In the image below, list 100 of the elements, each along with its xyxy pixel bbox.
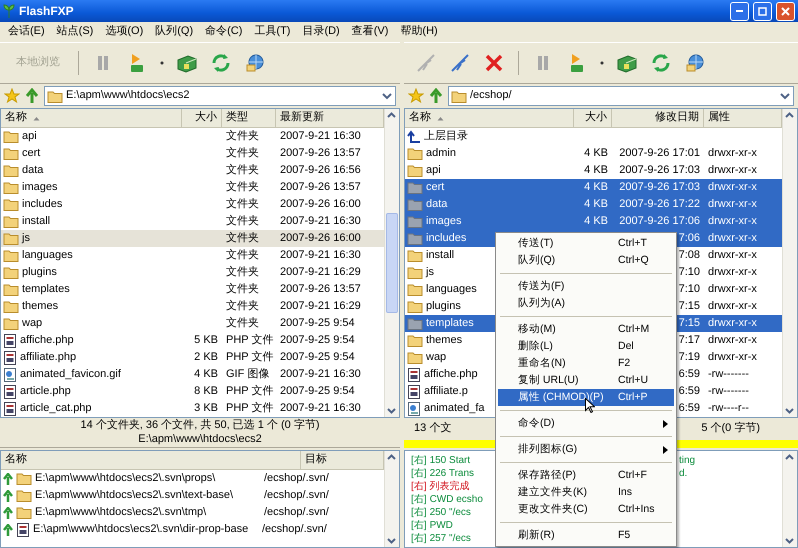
log-tag: [右] — [411, 506, 427, 518]
file-type: 文件夹 — [226, 130, 259, 142]
file-name: wap — [426, 350, 446, 364]
file-size: 5 KB — [194, 334, 218, 346]
file-type: 文件夹 — [226, 300, 259, 312]
current-path: E:\apm\www\htdocs\ecs2 — [138, 432, 262, 446]
file-type: 文件夹 — [226, 180, 259, 193]
modified-date: 2007-9-25 9:54 — [280, 350, 355, 363]
file-type: 文件夹 — [226, 232, 259, 244]
modified-date: 7:19 — [678, 350, 700, 363]
log-tag: [右] — [411, 520, 427, 532]
status-text: 5 个(0 字节) — [701, 422, 760, 436]
log-message: PWD — [430, 520, 453, 532]
permissions: drwxr-xr-x — [708, 164, 757, 176]
file-size: 8 KB — [194, 384, 218, 397]
file-name: languages — [426, 282, 477, 296]
modified-date: 2007-9-21 16:30 — [280, 368, 361, 380]
modified-date: 2007-9-26 17:22 — [619, 198, 700, 210]
file-type: 文件夹 — [226, 146, 259, 159]
log-tag: [右] — [411, 468, 427, 480]
queue-source: E:\apm\www\htdocs\ecs2\.svn\props\ — [35, 472, 216, 486]
file-name: data — [426, 198, 448, 212]
file-type: PHP 文件 — [226, 334, 274, 346]
modified-date: 2007-9-26 13:57 — [280, 282, 361, 295]
file-name: images — [22, 180, 58, 194]
file-name: api — [22, 130, 37, 144]
file-name: templates — [22, 282, 70, 296]
permissions: drwxr-xr-x — [708, 316, 757, 329]
permissions: drwxr-xr-x — [708, 214, 757, 227]
file-type: 文件夹 — [226, 214, 259, 227]
permissions: -rw----r-- — [708, 402, 749, 414]
file-type: 文件夹 — [226, 282, 259, 295]
log-tag: [右] — [411, 480, 427, 492]
file-name: animated_favicon.gif — [20, 368, 121, 382]
modified-date: 2007-9-21 16:30 — [280, 402, 361, 414]
modified-date: 2007-9-26 13:57 — [280, 180, 361, 193]
modified-date: 2007-9-26 17:01 — [619, 146, 700, 159]
file-type: 文件夹 — [226, 164, 259, 176]
modified-date: 2007-9-26 16:00 — [280, 232, 361, 244]
file-name: cert — [426, 180, 444, 194]
file-name: article.php — [20, 384, 71, 398]
modified-date: 2007-9-26 16:56 — [280, 164, 361, 176]
file-type: PHP 文件 — [226, 402, 274, 414]
modified-date: 6:59 — [678, 384, 700, 397]
permissions: drwxr-xr-x — [708, 248, 757, 261]
file-type: PHP 文件 — [226, 384, 274, 397]
file-name: plugins — [426, 300, 461, 314]
modified-date: 2007-9-21 16:30 — [280, 130, 361, 142]
file-name: plugins — [22, 266, 57, 280]
modified-date: 2007-9-26 17:03 — [619, 164, 700, 176]
file-type: 文件夹 — [226, 266, 259, 278]
file-name: affiliate.p — [424, 384, 468, 398]
log-message: 列表完成 — [430, 480, 470, 492]
file-type: 文件夹 — [226, 316, 259, 329]
file-type: GIF 图像 — [226, 368, 270, 380]
modified-date: 2007-9-21 16:29 — [280, 300, 361, 312]
modified-date: 2007-9-21 16:29 — [280, 266, 361, 278]
queue-target: /ecshop/.svn/ — [264, 488, 329, 502]
modified-date: 6:59 — [678, 368, 700, 380]
file-type: 文件夹 — [226, 198, 259, 210]
modified-date: 2007-9-25 9:54 — [280, 316, 355, 329]
log-message: ting — [679, 454, 696, 466]
file-size: 4 KB — [584, 198, 608, 210]
file-name: languages — [22, 248, 73, 262]
window-title: FlashFXP — [19, 4, 75, 18]
log-message: CWD ecsho — [430, 494, 483, 506]
file-size: 4 KB — [584, 164, 608, 176]
modified-date: 7:15 — [678, 316, 700, 329]
modified-date: 7:06 — [678, 232, 700, 244]
log-tag: [右] — [411, 494, 427, 506]
modified-date: 2007-9-26 13:57 — [280, 146, 361, 159]
file-name: install — [22, 214, 50, 228]
log-tag: [右] — [411, 532, 427, 544]
file-name: admin — [426, 146, 456, 160]
modified-date: 7:10 — [678, 282, 700, 295]
queue-target: /ecshop/.svn/ — [262, 522, 327, 536]
file-name: js — [426, 266, 434, 280]
permissions: drwxr-xr-x — [708, 180, 757, 193]
queue-source: E:\apm\www\htdocs\ecs2\.svn\text-base\ — [35, 488, 234, 502]
permissions: drwxr-xr-x — [708, 146, 757, 159]
file-name: animated_fa — [424, 402, 485, 416]
permissions: drwxr-xr-x — [708, 198, 757, 210]
queue-source: E:\apm\www\htdocs\ecs2\.svn\tmp\ — [35, 506, 208, 520]
file-size: 4 KB — [584, 146, 608, 159]
permissions: drwxr-xr-x — [708, 300, 757, 312]
file-name: themes — [426, 334, 462, 348]
permissions: drwxr-xr-x — [708, 282, 757, 295]
log-message: 250 "/ecs — [430, 506, 471, 518]
file-name: js — [22, 232, 30, 246]
permissions: drwxr-xr-x — [708, 334, 757, 346]
modified-date: 2007-9-25 9:54 — [280, 334, 355, 346]
queue-target: /ecshop/.svn/ — [264, 506, 329, 520]
file-name: install — [426, 248, 454, 262]
file-name: templates — [426, 316, 474, 330]
file-size: 4 KB — [584, 180, 608, 193]
modified-date: 6:59 — [678, 402, 700, 414]
modified-date: 2007-9-21 16:30 — [280, 248, 361, 261]
file-size: 4 KB — [584, 214, 608, 227]
log-message: 226 Trans — [430, 468, 474, 480]
file-size: 3 KB — [194, 402, 218, 414]
